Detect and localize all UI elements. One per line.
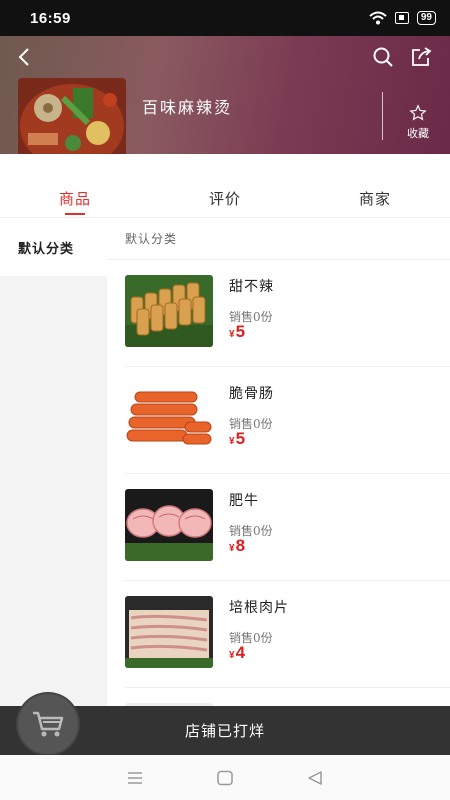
product-item[interactable]: 鸡蛋 bbox=[125, 688, 450, 706]
tab-bar: 商品 评价 商家 bbox=[0, 154, 450, 218]
product-price: ¥4 bbox=[229, 643, 245, 663]
tab-merchant[interactable]: 商家 bbox=[300, 154, 450, 217]
price-value: 5 bbox=[235, 322, 246, 341]
sidebar-item-default[interactable]: 默认分类 bbox=[0, 218, 107, 276]
tab-products[interactable]: 商品 bbox=[0, 154, 150, 217]
cart-icon bbox=[33, 711, 64, 737]
wifi-icon bbox=[369, 11, 387, 25]
home-icon[interactable] bbox=[216, 770, 234, 786]
product-item[interactable]: 培根肉片 销售0份 ¥4 bbox=[125, 581, 450, 688]
product-image bbox=[125, 275, 213, 347]
product-name: 培根肉片 bbox=[229, 600, 289, 616]
currency-symbol: ¥ bbox=[229, 650, 235, 661]
battery-indicator: 99 bbox=[416, 11, 436, 25]
product-image bbox=[125, 596, 213, 668]
star-icon bbox=[409, 104, 427, 121]
favorite-label: 收藏 bbox=[407, 127, 429, 140]
store-photo bbox=[18, 78, 126, 166]
product-price: ¥8 bbox=[229, 536, 245, 556]
nav-back-icon[interactable] bbox=[306, 770, 324, 786]
currency-symbol: ¥ bbox=[229, 436, 235, 447]
favorite-button[interactable]: 收藏 bbox=[398, 104, 438, 142]
status-bar: 16:59 99 bbox=[0, 0, 450, 36]
store-closed-text: 店铺已打烊 bbox=[184, 722, 265, 740]
price-value: 8 bbox=[235, 536, 246, 555]
section-title: 默认分类 bbox=[107, 218, 450, 260]
status-time: 16:59 bbox=[30, 9, 71, 27]
search-icon[interactable] bbox=[372, 46, 394, 68]
product-name: 肥牛 bbox=[229, 493, 259, 509]
product-name: 脆骨肠 bbox=[229, 386, 274, 402]
product-item[interactable]: 肥牛 销售0份 ¥8 bbox=[125, 474, 450, 581]
system-nav-bar bbox=[0, 755, 450, 800]
currency-symbol: ¥ bbox=[229, 543, 235, 554]
back-icon[interactable] bbox=[14, 46, 36, 68]
share-icon[interactable] bbox=[410, 46, 432, 68]
currency-symbol: ¥ bbox=[229, 329, 235, 340]
product-price: ¥5 bbox=[229, 322, 245, 342]
price-value: 4 bbox=[235, 643, 246, 662]
product-name: 甜不辣 bbox=[229, 279, 274, 295]
product-image bbox=[125, 489, 213, 561]
menu-icon[interactable] bbox=[126, 770, 144, 786]
header-divider bbox=[382, 92, 383, 140]
price-value: 5 bbox=[235, 429, 246, 448]
product-item[interactable]: 脆骨肠 销售0份 ¥5 bbox=[125, 367, 450, 474]
notification-icon bbox=[394, 12, 409, 24]
product-price: ¥5 bbox=[229, 429, 245, 449]
product-item[interactable]: 甜不辣 销售0份 ¥5 bbox=[125, 260, 450, 367]
system-icons: 99 bbox=[369, 11, 436, 25]
product-list: 默认分类 甜不辣 销售0份 ¥5 脆骨肠 销售0份 ¥5 肥牛 销售0份 ¥8 … bbox=[107, 218, 450, 706]
cart-button[interactable] bbox=[18, 694, 78, 754]
store-name: 百味麻辣烫 bbox=[142, 98, 233, 117]
tab-reviews[interactable]: 评价 bbox=[150, 154, 300, 217]
category-sidebar: 默认分类 bbox=[0, 218, 107, 706]
store-header: 百味麻辣烫 收藏 bbox=[0, 36, 450, 166]
product-image bbox=[125, 382, 213, 454]
